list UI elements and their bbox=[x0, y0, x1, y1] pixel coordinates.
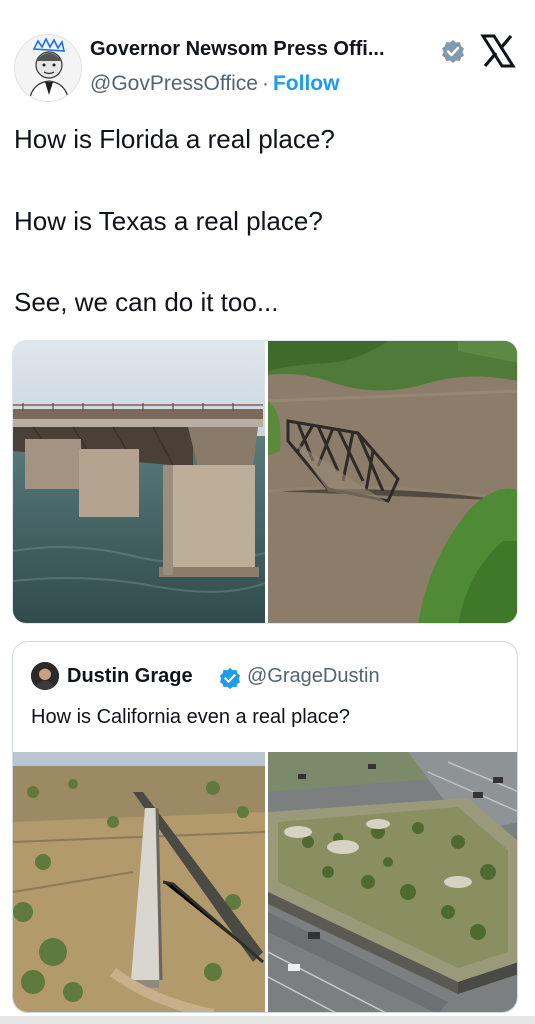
quote-author-avatar[interactable] bbox=[31, 662, 59, 690]
author-name[interactable]: Governor Newsom Press Offi... bbox=[90, 38, 385, 61]
verified-badge-icon bbox=[219, 667, 241, 689]
author-handle[interactable]: @GovPressOffice bbox=[90, 72, 258, 95]
freeway-park-bridge-photo[interactable] bbox=[268, 752, 517, 1012]
follow-button[interactable]: Follow bbox=[273, 72, 340, 95]
quote-text: How is California even a real place? bbox=[31, 706, 351, 728]
tweet-line: How is Florida a real place? bbox=[14, 124, 335, 154]
tweet-line: See, we can do it too... bbox=[14, 287, 279, 317]
tweet-line: How is Texas a real place? bbox=[14, 206, 323, 236]
quote-author-name[interactable]: Dustin Grage bbox=[67, 665, 193, 688]
bottom-edge-bar bbox=[0, 1016, 535, 1024]
verified-badge-icon bbox=[441, 39, 465, 63]
tweet-header: Governor Newsom Press Offi... @GovPressO… bbox=[0, 0, 535, 112]
broken-bridge-photo[interactable] bbox=[13, 341, 265, 623]
author-handle-row: @GovPressOffice · Follow bbox=[90, 72, 339, 96]
flooded-bridge-photo[interactable] bbox=[268, 341, 517, 623]
x-logo-icon[interactable] bbox=[480, 33, 516, 69]
dead-end-bridge-photo[interactable] bbox=[13, 752, 265, 1012]
separator-dot: · bbox=[261, 72, 269, 95]
quote-author-handle[interactable]: @GrageDustin bbox=[247, 665, 380, 688]
quote-tweet[interactable]: Dustin Grage @GrageDustin How is Califor… bbox=[12, 641, 518, 1013]
tweet-media-grid bbox=[12, 340, 518, 624]
author-avatar[interactable] bbox=[14, 34, 82, 102]
